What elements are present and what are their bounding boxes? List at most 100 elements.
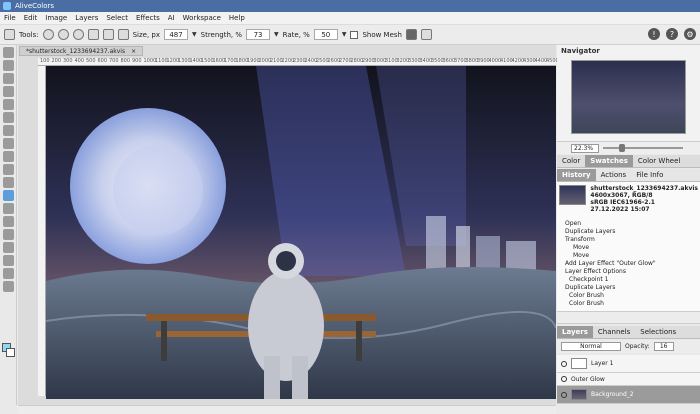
pencil-tool-icon[interactable]	[3, 216, 14, 227]
menu-select[interactable]: Select	[106, 14, 128, 22]
strength-dropdown-icon[interactable]: ▼	[274, 31, 279, 38]
menu-effects[interactable]: Effects	[136, 14, 160, 22]
menu-ai[interactable]: AI	[168, 14, 175, 22]
notification-icon[interactable]: !	[648, 28, 660, 40]
hand-tool-icon[interactable]	[3, 255, 14, 266]
menu-file[interactable]: File	[4, 14, 16, 22]
rate-dropdown-icon[interactable]: ▼	[342, 31, 347, 38]
ruler-tick-label: 900	[132, 58, 142, 64]
history-item[interactable]: Open	[565, 220, 691, 228]
history-item[interactable]: Color Brush	[565, 292, 691, 300]
pen-tool-icon[interactable]	[3, 242, 14, 253]
ruler-tick-label: 500	[86, 58, 96, 64]
menu-edit[interactable]: Edit	[24, 14, 38, 22]
show-mesh-checkbox[interactable]	[350, 30, 359, 39]
menu-layers[interactable]: Layers	[75, 14, 98, 22]
visibility-eye-icon[interactable]	[561, 360, 567, 367]
tab-channels[interactable]: Channels	[593, 326, 635, 338]
history-item[interactable]: Layer Effect Options	[565, 268, 691, 276]
history-item[interactable]: Checkpoint 1	[565, 276, 691, 284]
stamp-tool-icon[interactable]	[3, 125, 14, 136]
history-item[interactable]: Color Brush	[565, 300, 691, 308]
visibility-eye-icon[interactable]	[561, 391, 567, 398]
tab-color[interactable]: Color	[557, 155, 585, 167]
tab-swatches[interactable]: Swatches	[585, 155, 633, 167]
history-item[interactable]: Move	[565, 244, 691, 252]
opacity-input[interactable]: 16	[653, 342, 674, 351]
zoom-row: 22.3%	[557, 142, 700, 154]
apply-icon[interactable]	[405, 29, 417, 40]
menu-bar: File Edit Image Layers Select Effects AI…	[0, 12, 700, 25]
magic-wand-tool-icon[interactable]	[3, 86, 14, 97]
liquify-warp-icon[interactable]	[42, 29, 54, 40]
document-tab[interactable]: *shutterstock_1233694237.akvis ×	[19, 46, 144, 56]
fill-tool-icon[interactable]	[3, 138, 14, 149]
lasso-tool-icon[interactable]	[3, 73, 14, 84]
tab-history[interactable]: History	[557, 169, 596, 181]
ruler-tick-label: 100	[40, 58, 50, 64]
eyedropper-tool-icon[interactable]	[3, 99, 14, 110]
ruler-tick-label: 700	[109, 58, 119, 64]
zoom-input[interactable]: 22.3%	[571, 143, 599, 153]
current-tool-icon[interactable]	[4, 29, 15, 40]
cancel-icon[interactable]	[420, 29, 432, 40]
ruler-tick-label: 200	[51, 58, 62, 64]
layer-row-selected[interactable]: Background_2	[557, 386, 700, 404]
history-item[interactable]: Duplicate Layers	[565, 228, 691, 236]
tab-actions[interactable]: Actions	[596, 169, 632, 181]
layer-thumbnail	[571, 389, 587, 400]
horizontal-ruler: 100 200 300 400 500 600 700 800 900 1000 1100 1200 1…	[38, 58, 559, 66]
selection-tool-icon[interactable]	[3, 60, 14, 71]
liquify-reconstruct-icon[interactable]	[117, 29, 129, 40]
history-item[interactable]: Move	[565, 252, 691, 260]
liquify-bloat-icon[interactable]	[87, 29, 99, 40]
show-mesh-label: Show Mesh	[362, 30, 402, 39]
background-color-swatch[interactable]	[6, 348, 15, 357]
blend-mode-select[interactable]: Normal	[561, 342, 621, 351]
file-date: 27.12.2022 15:07	[590, 206, 650, 213]
history-item[interactable]: Transform	[565, 236, 691, 244]
zoom-tool-icon[interactable]	[3, 268, 14, 279]
text-tool-icon[interactable]	[3, 229, 14, 240]
eraser-tool-icon[interactable]	[3, 112, 14, 123]
liquify-tool-icon[interactable]	[3, 190, 14, 201]
liquify-pinch-icon[interactable]	[72, 29, 84, 40]
rate-input[interactable]: 50	[313, 29, 338, 40]
history-item[interactable]: Duplicate Layers	[565, 284, 691, 292]
menu-image[interactable]: Image	[45, 14, 67, 22]
layer-row[interactable]: Outer Glow	[557, 373, 700, 386]
blur-tool-icon[interactable]	[3, 151, 14, 162]
color-picker-tool-icon[interactable]	[3, 281, 14, 292]
settings-gear-icon[interactable]: ⚙	[684, 28, 696, 40]
zoom-slider-knob[interactable]	[619, 144, 625, 152]
top-right-icons: ! ? ⚙	[648, 28, 696, 40]
strength-input[interactable]: 73	[246, 29, 271, 40]
size-dropdown-icon[interactable]: ▼	[192, 31, 197, 38]
file-dimensions: 4600x3067, RGB/8	[590, 192, 653, 199]
sponge-tool-icon[interactable]	[3, 177, 14, 188]
document-close-icon[interactable]: ×	[131, 48, 136, 55]
menu-help[interactable]: Help	[229, 14, 245, 22]
tab-selections[interactable]: Selections	[635, 326, 681, 338]
tab-layers[interactable]: Layers	[557, 326, 593, 338]
dodge-tool-icon[interactable]	[3, 164, 14, 175]
size-input[interactable]: 487	[164, 29, 189, 40]
liquify-push-icon[interactable]	[102, 29, 114, 40]
menu-workspace[interactable]: Workspace	[183, 14, 221, 22]
history-file-info: shutterstock_1233694237.akvis 4600x3067,…	[590, 185, 698, 219]
visibility-eye-icon[interactable]	[561, 376, 567, 382]
liquify-twirl-icon[interactable]	[57, 29, 69, 40]
move-tool-icon[interactable]	[3, 47, 14, 58]
brush-tool-icon[interactable]	[3, 203, 14, 214]
help-icon[interactable]: ?	[666, 28, 678, 40]
horizontal-scrollbar[interactable]	[18, 405, 556, 414]
tab-file-info[interactable]: File Info	[631, 169, 668, 181]
image-canvas[interactable]	[46, 66, 556, 399]
zoom-slider[interactable]	[603, 144, 683, 152]
navigator-thumbnail[interactable]	[571, 60, 686, 134]
ruler-tick-label: 800	[120, 58, 131, 64]
layer-row[interactable]: Layer 1	[557, 355, 700, 373]
tab-color-wheel[interactable]: Color Wheel	[633, 155, 685, 167]
history-panel: shutterstock_1233694237.akvis 4600x3067,…	[557, 182, 700, 312]
history-item[interactable]: Add Layer Effect "Outer Glow"	[565, 260, 691, 268]
